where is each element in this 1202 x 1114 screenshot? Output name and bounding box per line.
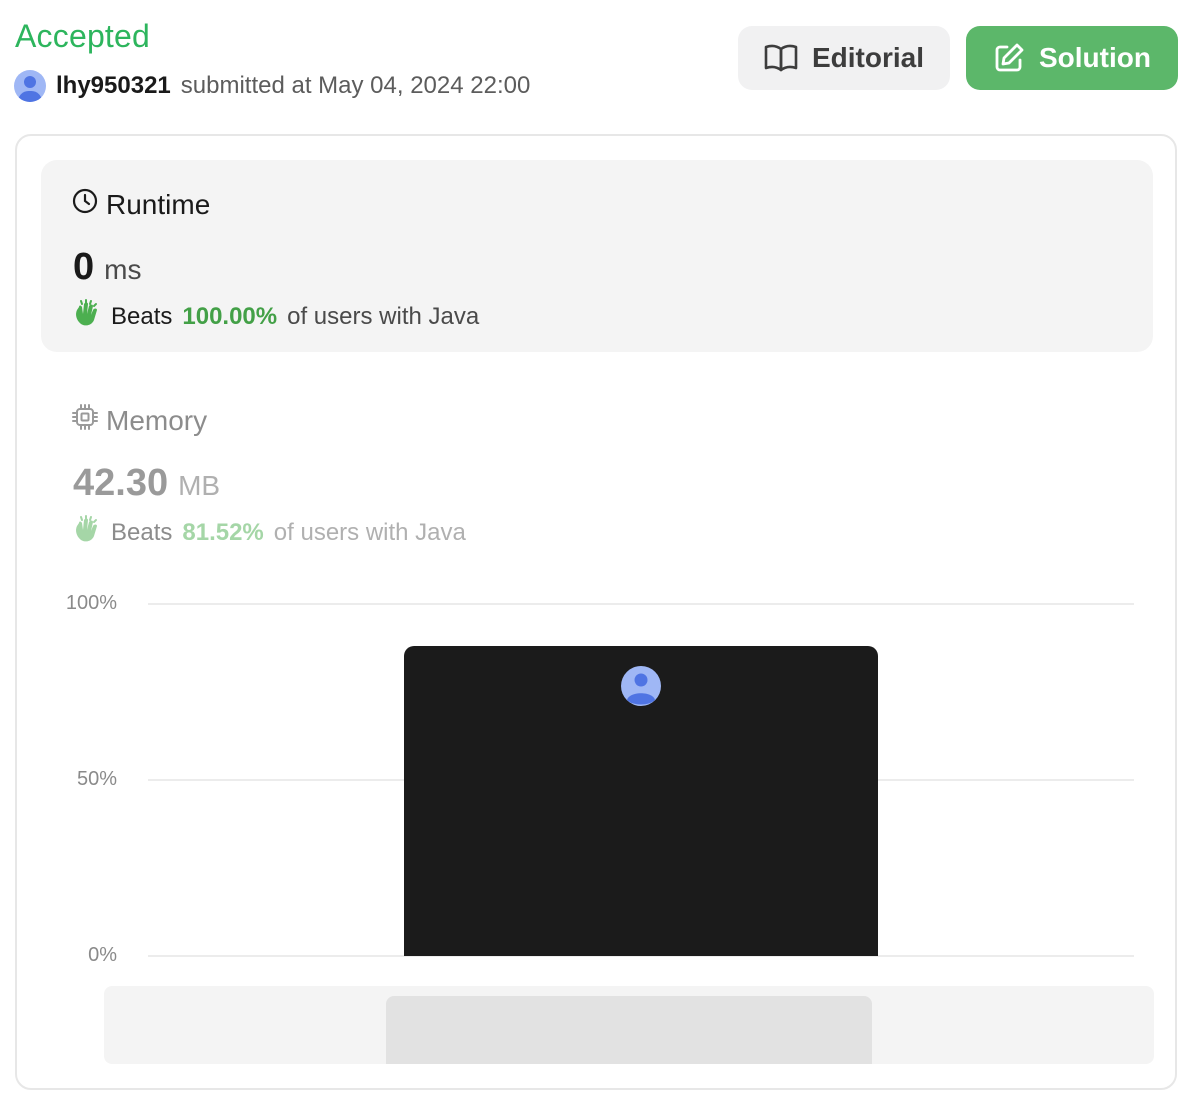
chart-ytick-label: 0% [88, 944, 117, 966]
user-position-avatar [621, 666, 661, 707]
chart-gridline [148, 603, 1134, 605]
memory-distribution-chart: 100% 50% 0% [17, 136, 1179, 1092]
book-open-icon [764, 43, 798, 73]
solution-button[interactable]: Solution [966, 26, 1178, 90]
chart-ytick-label: 100% [65, 592, 117, 614]
submission-status: Accepted [15, 18, 151, 54]
submitted-time: submitted at May 04, 2024 22:00 [180, 72, 531, 99]
solution-label: Solution [1039, 42, 1151, 73]
chart-ytick-label: 50% [76, 768, 117, 790]
submitter-info: lhy950321 submitted at May 04, 2024 22:0… [14, 70, 530, 102]
chart-range-handle[interactable] [386, 996, 872, 1064]
user-avatar[interactable] [14, 70, 46, 102]
result-card: Runtime 0 ms Beats 100.00% of users with… [15, 134, 1177, 1090]
edit-icon [993, 42, 1025, 74]
editorial-label: Editorial [811, 42, 924, 73]
editorial-button[interactable]: Editorial [738, 26, 950, 90]
username[interactable]: lhy950321 [56, 72, 171, 100]
